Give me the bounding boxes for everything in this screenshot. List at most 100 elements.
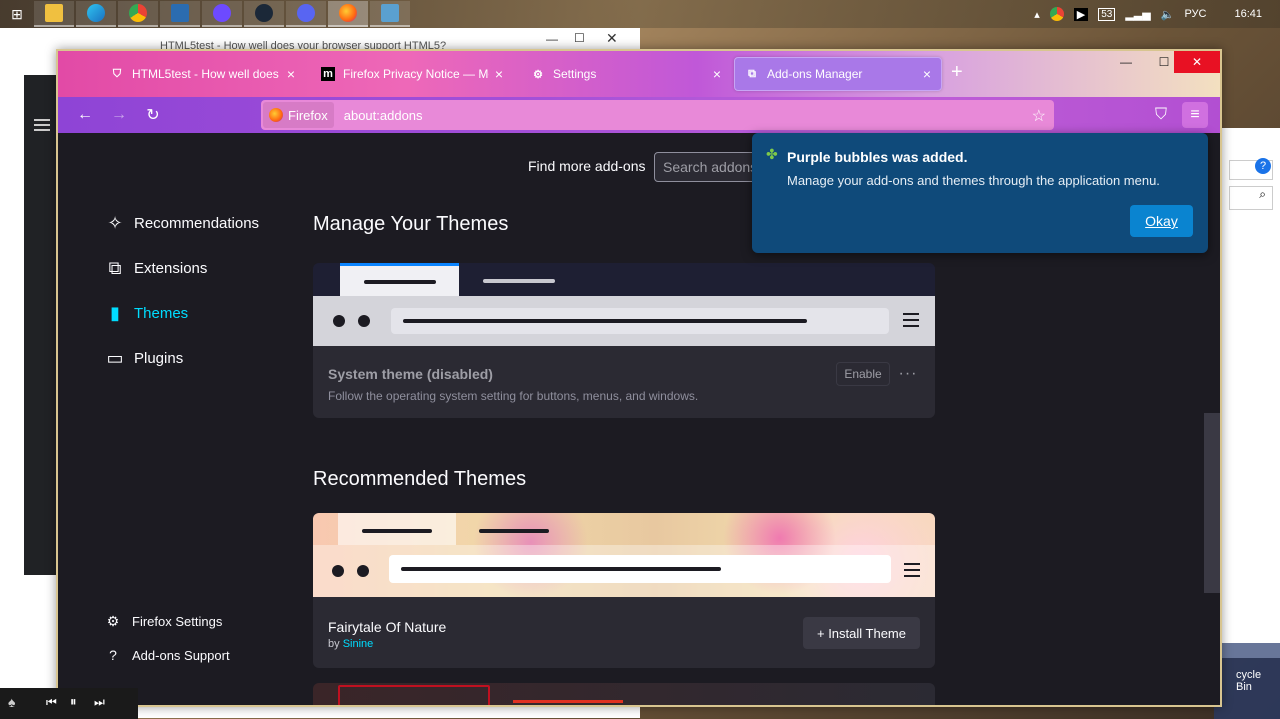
mozilla-icon: m (321, 67, 335, 81)
footer-link-label: Add-ons Support (132, 647, 230, 663)
bookmark-star-icon[interactable]: ☆ (1032, 106, 1046, 126)
back-icon[interactable]: ← (74, 104, 96, 126)
recommended-theme-card[interactable]: Fairytale Of Nature by Sinine + Install … (313, 513, 935, 668)
tab-addons-manager[interactable]: ⧉ Add-ons Manager × (734, 57, 942, 91)
speaker-icon[interactable]: 🔈 (1161, 8, 1175, 21)
play-icon[interactable]: ▶ (1073, 7, 1089, 21)
search-icon[interactable]: ⌕ (1229, 186, 1273, 210)
help-icon: ? (109, 647, 117, 663)
category-label: Plugins (134, 349, 184, 367)
firefox-icon[interactable] (328, 1, 368, 27)
author-link[interactable]: Sinine (343, 638, 374, 650)
recycle-bin-icon[interactable]: cycle Bin (1214, 643, 1280, 719)
notification-title: Purple bubbles was added. (787, 149, 968, 165)
tab-html5test[interactable]: ⛉ HTML5test - How well does yo… × (100, 57, 305, 91)
theme-name: System theme (disabled) (328, 366, 493, 382)
category-extensions[interactable]: ⧉ Extensions (104, 253, 208, 283)
tab-label: Add-ons Manager (767, 67, 863, 81)
vpn-icon[interactable] (202, 1, 242, 27)
notification-body: Manage your add-ons and themes through t… (787, 173, 1160, 188)
brush-icon: ▮ (110, 302, 120, 323)
identity-badge[interactable]: Firefox (263, 102, 334, 128)
chevron-up-icon[interactable]: ▴ (1034, 8, 1040, 21)
file-explorer-icon[interactable] (34, 1, 74, 27)
menu-icon[interactable]: ≡ (1182, 102, 1208, 128)
minimize-button[interactable]: — (1108, 51, 1144, 73)
theme-preview (313, 263, 935, 346)
plugin-icon: ▭ (106, 347, 124, 368)
pause-icon[interactable]: ⏸ (70, 694, 77, 710)
next-track-icon[interactable]: ⏭ (94, 695, 105, 710)
puzzle-icon: ✤ (766, 146, 778, 162)
addons-search-input[interactable]: Search addons (654, 152, 764, 182)
edge-icon[interactable] (76, 1, 116, 27)
steam-icon[interactable] (244, 1, 284, 27)
display-settings-icon[interactable] (370, 1, 410, 27)
start-button[interactable]: ⊞ (0, 0, 34, 28)
category-themes[interactable]: ▮ Themes (104, 298, 188, 328)
bg-close-button[interactable]: ✕ (606, 30, 618, 47)
url-bar[interactable]: Firefox about:addons ☆ (261, 100, 1054, 130)
bg-maximize-button[interactable]: ☐ (574, 31, 585, 45)
tab-settings[interactable]: ⚙ Settings × (521, 57, 731, 91)
more-options-button[interactable]: ··· (895, 362, 921, 386)
previous-track-icon[interactable]: ⏮ (46, 695, 57, 710)
help-icon[interactable]: ? (1255, 158, 1271, 174)
footer-link-label: Firefox Settings (132, 613, 223, 629)
install-theme-button[interactable]: + Install Theme (802, 617, 920, 649)
network-icon[interactable]: ▂▃▅ (1125, 8, 1150, 21)
tab-close-icon[interactable]: × (713, 66, 721, 82)
category-recommendations[interactable]: ✧ Recommendations (104, 208, 259, 238)
chrome-icon[interactable] (118, 1, 158, 27)
new-tab-button[interactable]: + (951, 61, 963, 84)
tab-close-icon[interactable]: × (287, 66, 295, 82)
firefox-settings-link[interactable]: ⚙ Firefox Settings (104, 612, 223, 630)
app-logo-icon: ♠ (8, 694, 16, 710)
taskbar: ⊞ ▴ ▶ 53 ▂▃▅ 🔈 РУС 16:41 (0, 0, 1280, 28)
firefox-window: ⛉ HTML5test - How well does yo… × m Fire… (56, 49, 1222, 707)
clock[interactable]: 16:41 (1234, 8, 1262, 20)
tab-privacy-notice[interactable]: m Firefox Privacy Notice — Mozilla × (311, 57, 513, 91)
theme-description: Follow the operating system setting for … (328, 389, 699, 403)
recommended-theme-card-partial[interactable] (313, 683, 935, 705)
tab-close-icon[interactable]: × (495, 66, 503, 82)
system-tray: ▴ ▶ 53 ▂▃▅ 🔈 РУС 16:41 (1034, 0, 1280, 28)
forward-icon[interactable]: → (108, 104, 130, 126)
recycle-bin-label: cycle Bin (1236, 669, 1262, 693)
category-label: Themes (134, 304, 189, 322)
nav-toolbar: ← → ↻ Firefox about:addons ☆ ⛉ ≡ (58, 97, 1220, 133)
okay-button[interactable]: Okay (1130, 205, 1193, 237)
gear-icon: ⚙ (106, 612, 120, 629)
tab-close-icon[interactable]: × (923, 66, 931, 82)
bg-minimize-button[interactable]: — (546, 32, 558, 46)
category-label: Recommendations (134, 214, 260, 232)
tab-strip: ⛉ HTML5test - How well does yo… × m Fire… (58, 51, 1220, 97)
chrome-tray-icon[interactable] (1049, 7, 1064, 21)
reload-icon[interactable]: ↻ (142, 104, 164, 126)
find-more-label: Find more add-ons (528, 158, 646, 174)
gear-icon: ⚙ (533, 68, 543, 81)
volume-level-icon[interactable]: 53 (1098, 7, 1116, 21)
pocket-icon[interactable]: ⛉ (1150, 104, 1172, 126)
puzzle-icon: ⧉ (748, 67, 756, 80)
recommended-themes-heading: Recommended Themes (313, 468, 527, 490)
author-prefix: by (328, 638, 340, 650)
category-plugins[interactable]: ▭ Plugins (104, 343, 183, 373)
language-indicator[interactable]: РУС (1184, 8, 1206, 20)
theme-author-line: by Sinine (328, 638, 373, 650)
close-button[interactable]: ✕ (1174, 51, 1220, 73)
puzzle-icon: ⧉ (108, 257, 122, 278)
system-theme-card[interactable]: System theme (disabled) Follow the opera… (313, 263, 935, 418)
terminal-icon[interactable] (160, 1, 200, 27)
manage-themes-heading: Manage Your Themes (313, 213, 509, 235)
tab-label: HTML5test - How well does yo… (132, 67, 281, 81)
background-chat-app (24, 75, 58, 575)
url-text[interactable]: about:addons (344, 108, 423, 123)
enable-button[interactable]: Enable (836, 362, 890, 386)
discord-icon[interactable] (286, 1, 326, 27)
theme-preview (313, 513, 935, 597)
tab-label: Firefox Privacy Notice — Mozilla (343, 67, 489, 81)
addons-support-link[interactable]: ? Add-ons Support (104, 646, 230, 664)
media-controls: ♠ ⏮ ⏸ ⏭ (0, 688, 138, 719)
scrollbar-thumb[interactable] (1204, 413, 1220, 593)
